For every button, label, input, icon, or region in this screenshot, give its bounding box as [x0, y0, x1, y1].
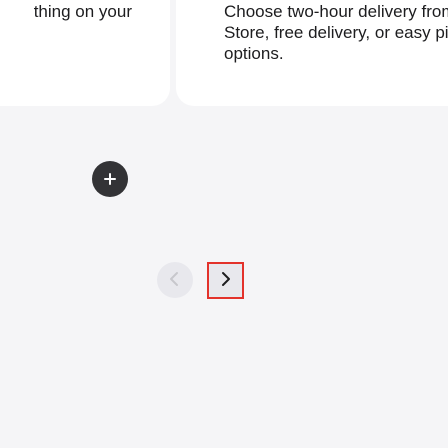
feature-card-delivery[interactable]: Choose two-hour delivery from Apple Stor…: [176, 0, 448, 106]
card-description: thing on your: [33, 2, 132, 21]
more-info-button[interactable]: [92, 161, 128, 197]
carousel-viewport: thing on your Choose two-hour delivery f…: [0, 0, 448, 448]
card-description: Choose two-hour delivery from Apple Stor…: [224, 2, 448, 63]
feature-card-previous[interactable]: thing on your: [0, 0, 170, 106]
plus-icon: [102, 171, 118, 187]
carousel-next-button[interactable]: [207, 262, 244, 299]
chevron-right-icon: [219, 271, 233, 290]
chevron-left-icon: [168, 271, 182, 290]
carousel-previous-button[interactable]: [157, 262, 193, 298]
